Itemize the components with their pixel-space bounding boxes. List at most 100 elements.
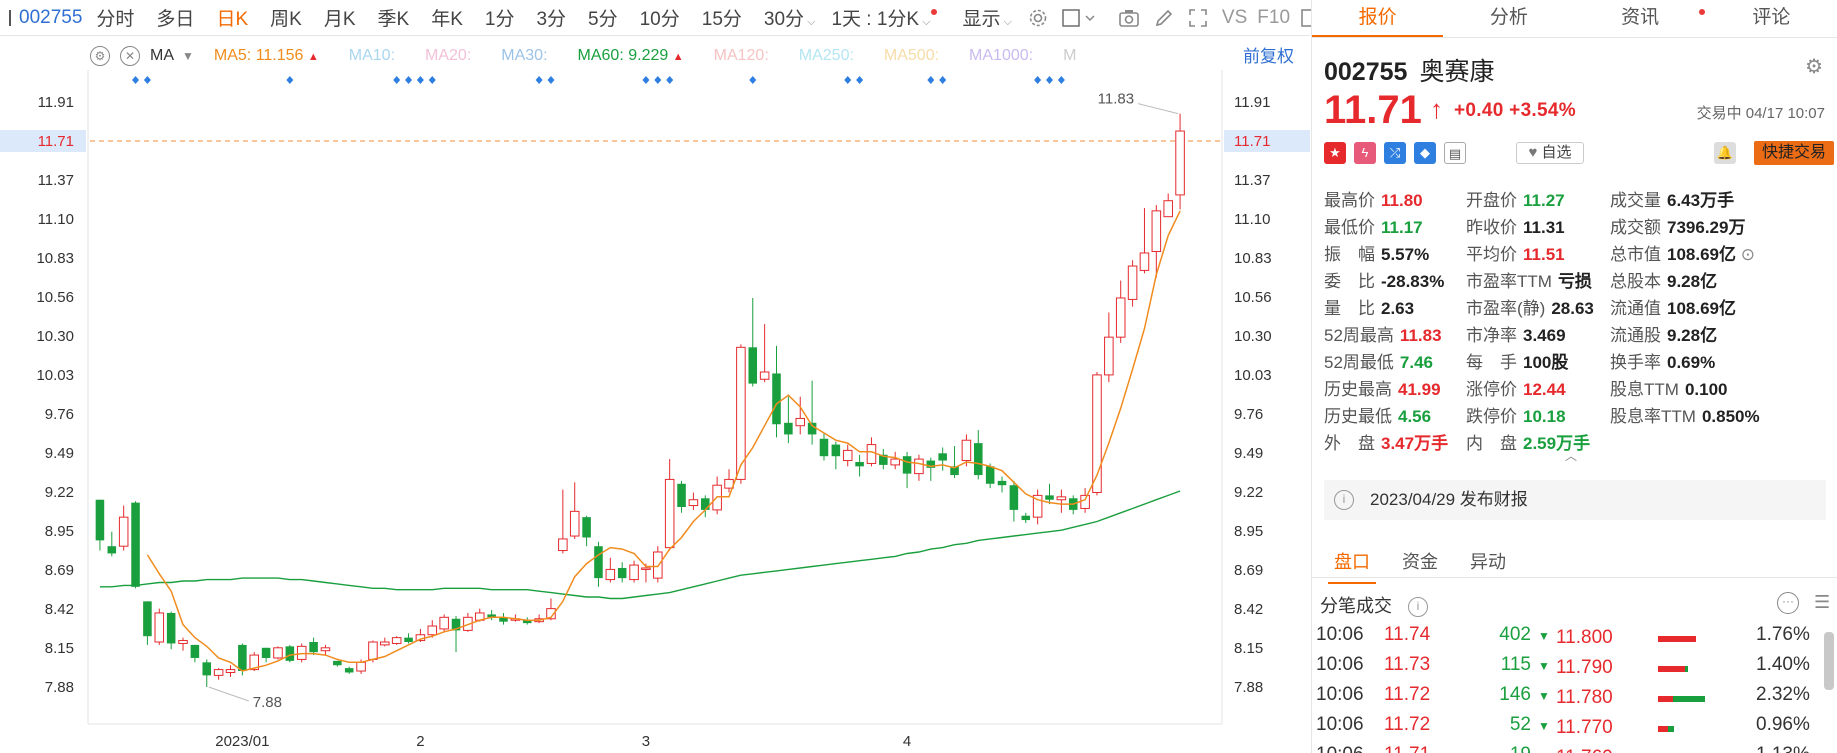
stat-value: 100股 [1523, 353, 1569, 372]
ma20-legend[interactable]: MA20: [425, 47, 471, 65]
tab-alerts[interactable]: 异动 [1470, 548, 1506, 574]
stat-cell: 昨收价 11.31 [1466, 213, 1565, 238]
ma-more-legend[interactable]: M [1063, 47, 1076, 65]
flash-icon[interactable]: ϟ [1354, 142, 1376, 164]
candle-body-up [368, 641, 378, 660]
ma5-label: MA5: [213, 47, 252, 64]
stat-value: 9.28亿 [1667, 326, 1718, 345]
add-favorite-button[interactable]: ♥ 自选 [1516, 142, 1584, 164]
tick-trades-label: 分笔成交 [1320, 596, 1392, 616]
settings-icon[interactable]: ⚙ [90, 46, 110, 66]
f10-button[interactable]: F10 [1257, 7, 1290, 29]
kline-chart[interactable]: 11.9111.9111.6411.6411.3711.3711.1011.10… [0, 36, 1310, 753]
shuffle-icon[interactable]: ⤮ [1384, 142, 1406, 164]
tab-10min[interactable]: 10分 [640, 4, 680, 31]
y-tick-label-right: 10.03 [1234, 367, 1272, 384]
candle-body-down [344, 668, 354, 673]
stats-row: 历史最低 4.56 跌停价 10.18 股息率TTM 0.850% [1324, 402, 1834, 429]
gear-icon[interactable]: ⚙ [1805, 54, 1823, 79]
ma500-legend[interactable]: MA500: [884, 47, 939, 65]
stat-value: 28.63 [1551, 299, 1594, 318]
tab-3min[interactable]: 3分 [536, 4, 566, 31]
candle-body-down [772, 373, 781, 425]
y-tick-label-left: 10.56 [36, 289, 74, 306]
settings-icon[interactable] [1028, 7, 1048, 29]
tab-weekly-k[interactable]: 周K [270, 4, 302, 31]
ma30-legend[interactable]: MA30: [501, 47, 547, 65]
stock-code-large: 002755 [1324, 58, 1408, 86]
tab-30min[interactable]: 30分 ⌵ [764, 4, 816, 31]
period-select[interactable]: 1天 : 1分K ⌵ [831, 4, 937, 31]
fullscreen-icon[interactable] [1188, 7, 1208, 29]
down-triangle-icon: ▼ [1538, 629, 1550, 643]
china-flag-icon[interactable]: ★ [1324, 142, 1346, 164]
display-menu[interactable]: 显示 ⌵ [963, 4, 1012, 31]
ma60-legend[interactable]: MA60: 9.229 ▲ [578, 47, 684, 65]
ma250-legend[interactable]: MA250: [799, 47, 854, 65]
info-icon[interactable]: i [1408, 597, 1428, 618]
tab-monthly-k[interactable]: 月K [324, 4, 356, 31]
tab-daily-k[interactable]: 日K [216, 4, 248, 31]
notification-dot [930, 9, 937, 15]
level-percent: 1.76% [1756, 624, 1810, 645]
trade-price: 11.71 [1384, 744, 1430, 753]
vs-button[interactable]: VS [1222, 7, 1247, 29]
ma5-legend[interactable]: MA5: 11.156 ▲ [214, 47, 319, 65]
candle-body-up [961, 439, 972, 462]
event-marker [939, 76, 947, 84]
tab-1min[interactable]: 1分 [485, 4, 515, 31]
notes-icon[interactable]: ▤ [1444, 142, 1466, 164]
more-icon[interactable]: ··· [1777, 592, 1799, 614]
tab-15min[interactable]: 15分 [702, 4, 742, 31]
sidebar-toggle-icon[interactable] [9, 9, 11, 26]
tab-analysis[interactable]: 分析 [1443, 0, 1574, 37]
level-percent: 1.40% [1756, 654, 1810, 675]
trade-volume: 146 [1499, 684, 1531, 705]
tab-fund-flow[interactable]: 资金 [1402, 548, 1438, 574]
stat-label: 52周最低 [1324, 353, 1394, 372]
event-marker [428, 76, 436, 84]
trade-time: 10:06 [1316, 654, 1364, 675]
candle-body-down [902, 456, 912, 474]
chevron-down-icon[interactable]: ▼ [182, 49, 194, 63]
close-icon[interactable]: ✕ [120, 46, 140, 66]
tab-quote[interactable]: 报价 [1312, 0, 1444, 37]
tag-icon[interactable]: ◆ [1414, 142, 1436, 164]
ma10-legend[interactable]: MA10: [349, 47, 395, 65]
pencil-icon[interactable] [1154, 7, 1174, 29]
box-select-icon[interactable] [1062, 7, 1100, 29]
ma120-legend[interactable]: MA120: [714, 47, 769, 65]
stock-code[interactable]: 002755 [19, 7, 82, 29]
quick-trade-button[interactable]: 快捷交易 [1754, 141, 1834, 165]
tab-multiday[interactable]: 多日 [156, 4, 194, 31]
y-tick-label-right: 8.42 [1234, 601, 1263, 618]
candle-body-down [701, 498, 710, 510]
collapse-icon[interactable]: ︿ [1565, 447, 1577, 464]
ma1000-legend[interactable]: MA1000: [969, 47, 1033, 65]
candle-body-up [914, 458, 924, 475]
stat-value: 11.80 [1381, 191, 1423, 210]
stat-value: 3.469 [1523, 326, 1566, 345]
tab-5min[interactable]: 5分 [588, 4, 618, 31]
stat-label: 市盈率TTM [1466, 272, 1552, 291]
tab-news[interactable]: 资讯 [1575, 0, 1706, 37]
tab-quarterly-k[interactable]: 季K [378, 4, 410, 31]
candle-body-up [1175, 130, 1185, 196]
adjust-select[interactable]: 前复权 [1243, 42, 1294, 67]
tab-yearly-k[interactable]: 年K [431, 4, 463, 31]
list-icon[interactable]: ☰ [1814, 592, 1830, 613]
candle-body-up [1127, 265, 1138, 300]
more-icon[interactable]: ⊙ [1736, 245, 1755, 264]
trade-time: 10:06 [1316, 744, 1364, 753]
trade-time: 10:06 [1316, 624, 1364, 645]
scrollbar[interactable] [1824, 632, 1834, 690]
tick-trades-title: 分笔成交 i [1320, 592, 1428, 618]
ma-selector[interactable]: MA [150, 47, 174, 65]
bell-icon[interactable]: 🔔 [1714, 142, 1736, 164]
tab-orderbook[interactable]: 盘口 [1328, 548, 1376, 584]
earnings-notice[interactable]: i 2023/04/29 发布财报 [1324, 480, 1826, 520]
tab-fenshi[interactable]: 分时 [96, 4, 134, 31]
camera-icon[interactable] [1118, 7, 1140, 29]
stat-label: 市盈率(静) [1466, 299, 1546, 318]
tab-comments[interactable]: 评论 [1706, 0, 1837, 37]
